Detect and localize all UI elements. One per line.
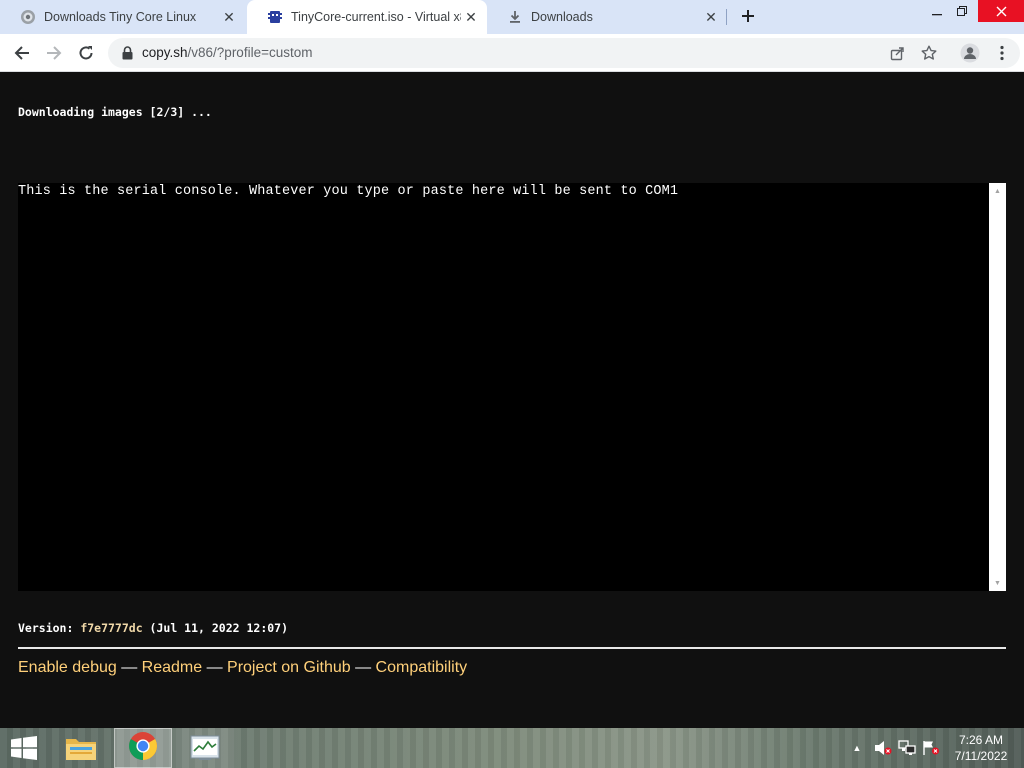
menu-kebab-icon[interactable]: [988, 39, 1016, 67]
download-icon: [507, 9, 523, 25]
share-icon[interactable]: [888, 44, 906, 62]
tab-downloads-tiny-core[interactable]: Downloads Tiny Core Linux ✕: [0, 0, 245, 34]
url-host: copy.sh: [142, 45, 188, 60]
chrome-icon: [128, 731, 158, 766]
forward-button[interactable]: [40, 39, 68, 67]
tab-title: TinyCore-current.iso - Virtual x86: [291, 10, 461, 24]
action-center-flag-icon[interactable]: [920, 728, 942, 768]
scroll-down-arrow-icon[interactable]: ▼: [989, 576, 1006, 590]
tab-strip: Downloads Tiny Core Linux ✕ TinyCore-cur…: [0, 0, 1024, 34]
github-link[interactable]: Project on Github: [227, 659, 351, 676]
v86-icon: [267, 9, 283, 25]
version-hash-link[interactable]: f7e7777dc: [80, 621, 142, 635]
globe-icon: [20, 9, 36, 25]
version-date: (Jul 11, 2022 12:07): [142, 621, 289, 635]
compatibility-link[interactable]: Compatibility: [376, 659, 468, 676]
loading-status: Downloading images [2/3] ...: [18, 105, 212, 119]
file-explorer-icon[interactable]: [56, 728, 106, 768]
url-path: /v86/?profile=custom: [187, 45, 313, 60]
tab-downloads[interactable]: Downloads ✕: [487, 0, 727, 34]
reload-button[interactable]: [72, 39, 100, 67]
task-manager-icon[interactable]: [176, 728, 234, 768]
readme-link[interactable]: Readme: [142, 659, 202, 676]
taskbar-clock[interactable]: 7:26 AM 7/11/2022: [946, 732, 1016, 764]
close-icon[interactable]: [978, 0, 1024, 22]
speaker-muted-icon[interactable]: [872, 728, 894, 768]
lock-icon[interactable]: [120, 45, 134, 61]
url-text: copy.sh/v86/?profile=custom: [142, 45, 312, 60]
chrome-taskbar-button[interactable]: [114, 728, 172, 768]
close-tab-icon[interactable]: ✕: [701, 7, 721, 27]
version-label: Version:: [18, 621, 81, 635]
scroll-up-arrow-icon[interactable]: ▲: [989, 184, 1006, 198]
divider: [18, 647, 1006, 649]
tab-title: Downloads Tiny Core Linux: [44, 10, 197, 24]
clock-date: 7/11/2022: [954, 749, 1008, 763]
link-separator: —: [116, 659, 142, 676]
profile-avatar-icon[interactable]: [956, 39, 984, 67]
enable-debug-link[interactable]: Enable debug: [18, 659, 117, 676]
restore-icon[interactable]: [948, 0, 976, 22]
address-bar[interactable]: copy.sh/v86/?profile=custom: [108, 38, 1020, 68]
link-separator: —: [202, 659, 228, 676]
serial-console-text: This is the serial console. Whatever you…: [18, 184, 679, 199]
windows-start-icon[interactable]: [0, 728, 48, 768]
clock-time: 7:26 AM: [958, 733, 1004, 747]
bookmark-star-icon[interactable]: [920, 44, 938, 62]
console-scrollbar[interactable]: ▲ ▼: [989, 183, 1006, 591]
close-tab-icon[interactable]: ✕: [461, 7, 481, 27]
close-tab-icon[interactable]: ✕: [219, 7, 239, 27]
show-hidden-icons[interactable]: ▲: [848, 728, 866, 768]
windows-taskbar: ▲ 7:26 AM 7/11/2022: [0, 728, 1024, 768]
network-icon[interactable]: [896, 728, 918, 768]
tab-title: Downloads: [531, 10, 593, 24]
tab-separator: [726, 9, 727, 25]
plus-icon[interactable]: [736, 4, 760, 28]
browser-toolbar: copy.sh/v86/?profile=custom: [0, 34, 1024, 72]
tab-tinycore-iso[interactable]: TinyCore-current.iso - Virtual x86 ✕: [247, 0, 487, 34]
footer-links: Enable debug — Readme — Project on Githu…: [18, 659, 467, 677]
page-content: Downloading images [2/3] ... This is the…: [0, 72, 1024, 728]
link-separator: —: [350, 659, 376, 676]
serial-console[interactable]: This is the serial console. Whatever you…: [18, 183, 989, 591]
back-button[interactable]: [8, 39, 36, 67]
version-line: Version: f7e7777dc (Jul 11, 2022 12:07): [18, 621, 288, 635]
